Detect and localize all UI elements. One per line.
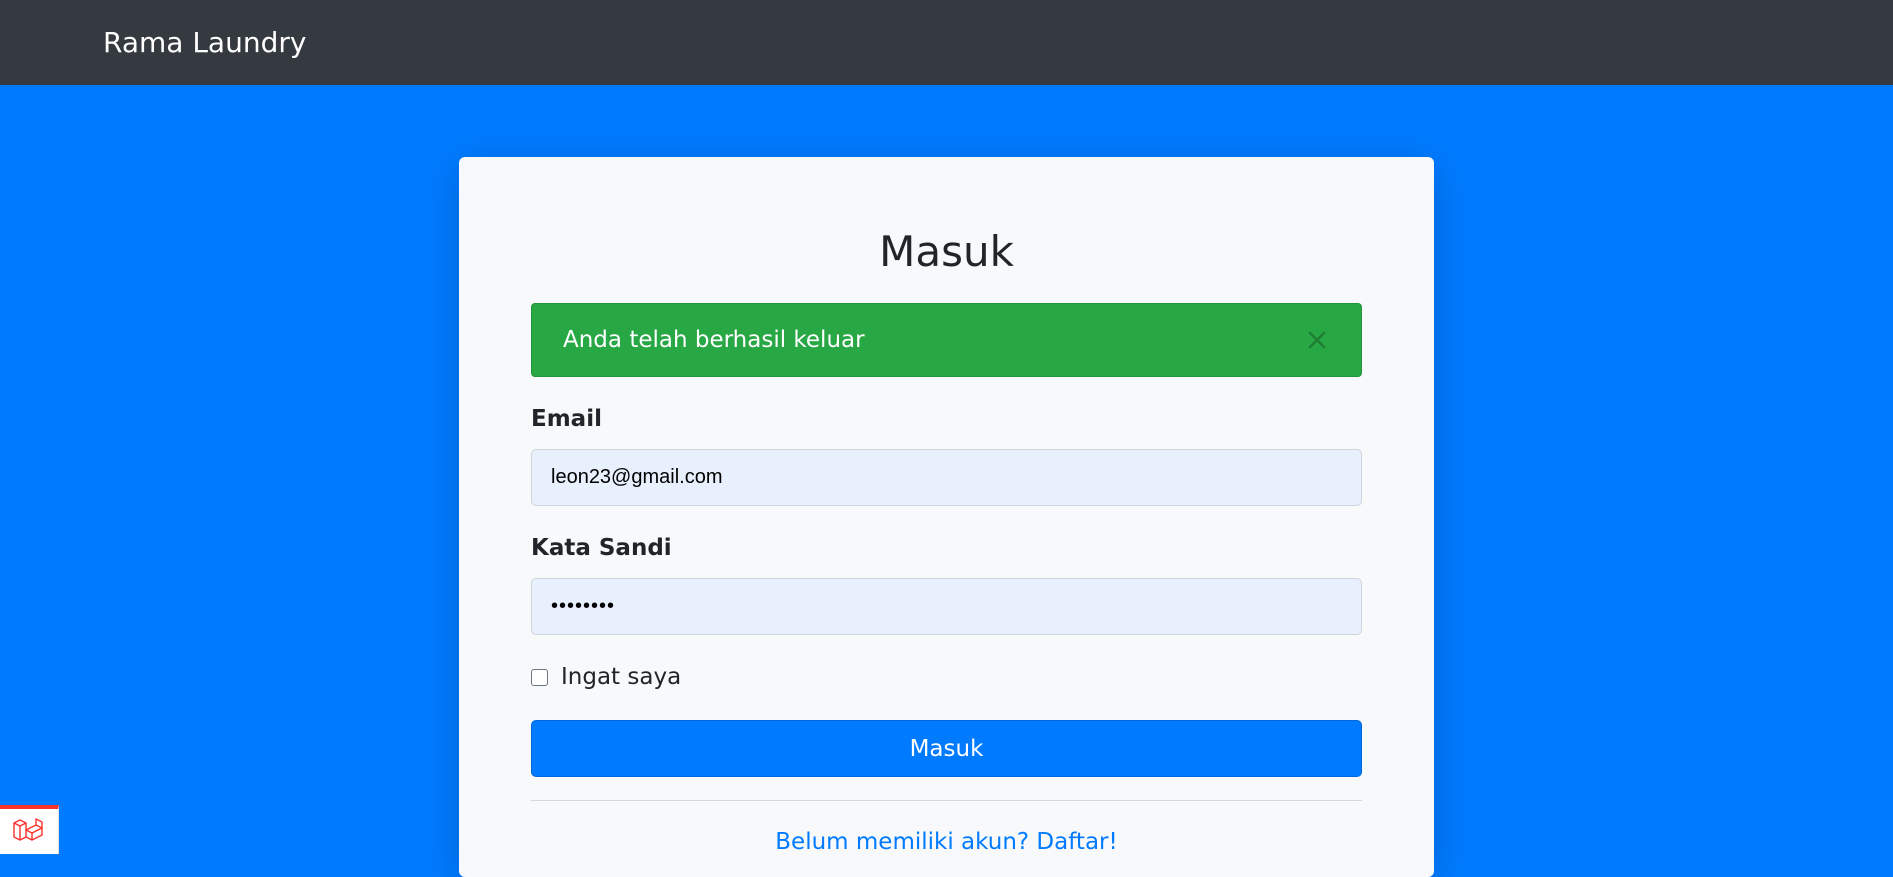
login-button[interactable]: Masuk — [531, 720, 1362, 777]
password-label: Kata Sandi — [531, 535, 672, 561]
page-title: Masuk — [879, 227, 1014, 276]
navbar: Rama Laundry — [0, 0, 1893, 85]
remember-checkbox[interactable] — [531, 668, 548, 686]
remember-label[interactable]: Ingat saya — [561, 664, 681, 690]
divider — [531, 800, 1362, 801]
debugbar-badge[interactable] — [0, 805, 59, 854]
password-field[interactable] — [531, 578, 1362, 635]
register-link[interactable]: Belum memiliki akun? Daftar! — [531, 829, 1362, 855]
remember-row: Ingat saya — [531, 664, 681, 690]
email-label: Email — [531, 406, 602, 432]
email-field[interactable] — [531, 449, 1362, 506]
login-card: Masuk Anda telah berhasil keluar Email K… — [459, 157, 1434, 877]
laravel-icon — [12, 814, 46, 850]
success-alert: Anda telah berhasil keluar — [531, 303, 1362, 377]
alert-message: Anda telah berhasil keluar — [563, 327, 865, 353]
close-icon[interactable] — [1303, 326, 1331, 354]
brand-link[interactable]: Rama Laundry — [103, 26, 306, 59]
